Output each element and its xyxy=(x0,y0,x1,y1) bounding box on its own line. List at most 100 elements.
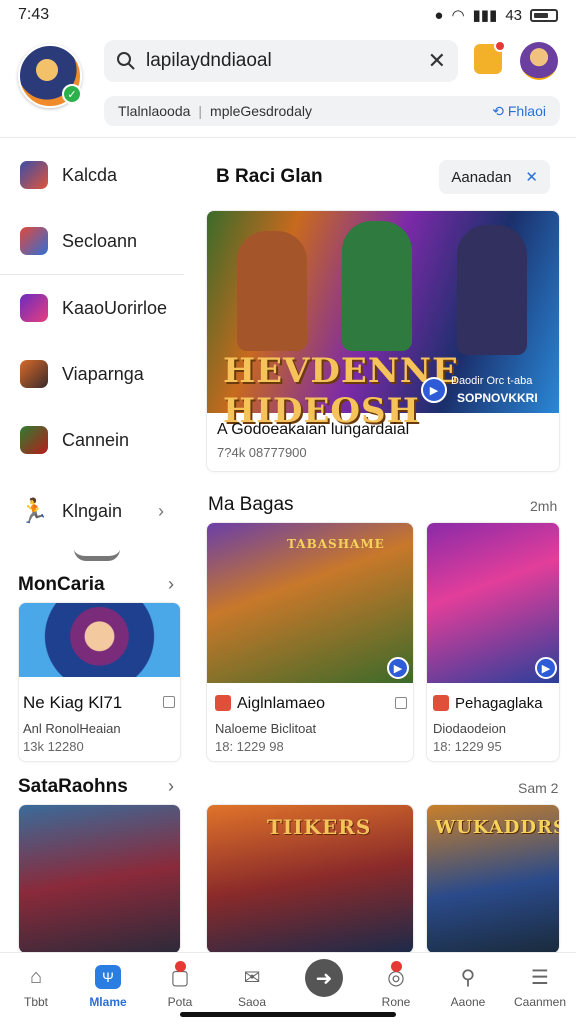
gift-button[interactable] xyxy=(474,40,506,74)
sidebar-item-0[interactable]: Kalcda xyxy=(0,142,184,208)
game-card-title: Pehagaglaka xyxy=(455,695,543,712)
notification-dot xyxy=(175,961,186,972)
left-card[interactable]: Ne Kiag Kl71 Anl RonolHeaian 13k 12280 xyxy=(18,602,181,762)
filter-link-label: Fhlaoi xyxy=(507,102,546,119)
friend-avatar[interactable] xyxy=(520,42,558,80)
sidebar-item-1[interactable]: Secloann xyxy=(0,208,184,274)
sidebar-item-label: Secloann xyxy=(62,230,138,251)
sidebar-item-3[interactable]: Viaparnga xyxy=(0,341,184,407)
left-card-meta: 13k 12280 xyxy=(23,739,84,754)
runner-icon: 🏃 xyxy=(19,497,49,525)
game-icon xyxy=(20,161,48,189)
featured-header: B Raci Glan Aanadan ✕ xyxy=(206,152,560,202)
status-icons: ● ◠ ▮▮▮ 43 xyxy=(434,6,558,24)
search-input[interactable]: lapilaydndiaoal xyxy=(146,50,418,72)
game-card-art-title: WUKADDRS xyxy=(435,817,560,838)
search-box[interactable]: lapilaydndiaoal ✕ xyxy=(104,40,458,82)
verified-icon: ✓ xyxy=(62,84,82,104)
search-icon: ⚲ xyxy=(460,966,476,989)
bookmark-icon[interactable] xyxy=(163,696,175,708)
featured-art: HEVDENNE HIDEOSH ▶ Daodir Orc t-aba SOPN… xyxy=(207,211,559,431)
middle-section-title: Ma Bagas xyxy=(208,494,294,515)
filter-separator: | xyxy=(198,103,203,119)
alert-icon: ● xyxy=(434,6,444,24)
featured-art-caption-2: SOPNOVKKRI xyxy=(457,391,538,405)
character-icon xyxy=(20,426,48,454)
featured-art-caption: Daodir Orc t-aba xyxy=(451,375,533,387)
game-card-art xyxy=(19,805,180,953)
nav-label: Aaone xyxy=(450,995,486,1009)
left-section-title: MonCaria xyxy=(18,574,105,595)
left-card-sub: Anl RonolHeaian xyxy=(23,721,121,736)
notification-dot xyxy=(391,961,402,972)
folder-icon xyxy=(20,227,48,255)
featured-card[interactable]: HEVDENNE HIDEOSH ▶ Daodir Orc t-aba SOPN… xyxy=(206,210,560,472)
nav-item-search[interactable]: ⚲ Aaone xyxy=(432,953,504,1024)
battery-icon xyxy=(530,8,558,22)
profile-avatar[interactable]: ✓ xyxy=(18,44,82,108)
wifi-icon: ◠ xyxy=(451,7,465,24)
signal-text: 43 xyxy=(505,6,522,24)
collapse-icon[interactable] xyxy=(74,549,120,561)
nav-item-apps[interactable]: Ψ Mlame xyxy=(72,953,144,1024)
chevron-right-icon[interactable]: › xyxy=(168,574,174,595)
filter-left[interactable]: Tlalnlaooda xyxy=(118,103,190,119)
game-card-art: TIIKERS xyxy=(207,805,413,953)
nav-item-home[interactable]: ⌂ Tbbt xyxy=(0,953,72,1024)
home-icon: ⌂ xyxy=(29,965,43,988)
featured-card-meta: 7?4k 08777900 xyxy=(217,445,307,460)
stack-icon: ☰ xyxy=(531,966,549,989)
sidebar-item-label: Cannein xyxy=(62,429,130,450)
play-icon[interactable]: ▶ xyxy=(421,377,447,403)
sidebar-item-5[interactable]: 🏃 Klngain › xyxy=(0,473,184,549)
game-badge-icon xyxy=(215,695,231,711)
nav-item-stack[interactable]: ☰ Caanmen xyxy=(504,953,576,1024)
filter-right[interactable]: mpleGesdrodaly xyxy=(210,103,312,119)
play-icon[interactable]: ▶ xyxy=(535,657,557,679)
featured-title: B Raci Glan xyxy=(216,166,323,187)
game-card-sub: Naloeme Biclitoat xyxy=(215,721,317,736)
filter-bar[interactable]: Tlalnlaooda | mpleGesdrodaly ⟲ Fhlaoi xyxy=(104,96,560,126)
game-badge-icon xyxy=(433,695,449,711)
featured-card-title: A Godoeakaian lungardaial xyxy=(217,421,410,438)
header: ✓ lapilaydndiaoal ✕ Tlalnlaooda | mpleGe… xyxy=(0,30,576,138)
close-icon[interactable]: ✕ xyxy=(525,168,538,186)
game-card[interactable] xyxy=(18,804,181,954)
nav-label: Rone xyxy=(381,995,411,1009)
play-icon[interactable]: ▶ xyxy=(387,657,409,679)
sidebar-item-label: Viaparnga xyxy=(62,363,144,384)
game-card-art: TABASHAME ▶ xyxy=(207,523,413,683)
game-card[interactable]: WUKADDRS xyxy=(426,804,560,954)
chevron-right-icon: › xyxy=(158,500,164,521)
game-card-meta: 18: 1229 95 xyxy=(433,739,502,754)
nav-label: Caanmen xyxy=(513,995,567,1009)
sidebar-item-4[interactable]: Cannein xyxy=(0,407,184,473)
filter-link[interactable]: ⟲ Fhlaoi xyxy=(492,103,546,120)
nav-label: Tbbt xyxy=(23,995,48,1009)
featured-chip-label: Aanadan xyxy=(451,168,512,186)
sidebar-item-label: KaaoUorirloe xyxy=(62,297,168,318)
game-card[interactable]: TABASHAME ▶ Aiglnlamaeo Naloeme Biclitoa… xyxy=(206,522,414,762)
notification-dot xyxy=(494,40,506,52)
game-card[interactable]: TIIKERS xyxy=(206,804,414,954)
home-indicator xyxy=(180,1012,396,1017)
left-card-title: Ne Kiag Kl71 xyxy=(23,693,123,712)
featured-chip[interactable]: Aanadan ✕ xyxy=(439,160,550,194)
nav-label: Saoa xyxy=(237,995,267,1009)
apps-icon: Ψ xyxy=(95,965,121,989)
bottom-section-more[interactable]: Sam 2 xyxy=(518,780,558,796)
chevron-right-icon[interactable]: › xyxy=(168,776,174,797)
status-bar: 7:43 ● ◠ ▮▮▮ 43 xyxy=(0,0,576,30)
game-card-title: Aiglnlamaeo xyxy=(237,695,326,712)
bookmark-icon[interactable] xyxy=(395,697,407,709)
hero-figure xyxy=(237,231,307,351)
search-icon xyxy=(117,52,135,70)
game-card-art-title: TIIKERS xyxy=(267,815,372,839)
middle-section-more[interactable]: 2mh xyxy=(530,498,557,514)
game-card-art: ▶ xyxy=(427,523,559,683)
game-card-sub: Diodaodeion xyxy=(433,721,507,736)
sidebar-item-2[interactable]: KaaoUorirloe xyxy=(0,275,184,341)
bottom-section-title: SataRaohns xyxy=(18,776,128,797)
game-card[interactable]: ▶ Pehagaglaka Diodaodeion 18: 1229 95 xyxy=(426,522,560,762)
clear-icon[interactable]: ✕ xyxy=(428,48,446,74)
